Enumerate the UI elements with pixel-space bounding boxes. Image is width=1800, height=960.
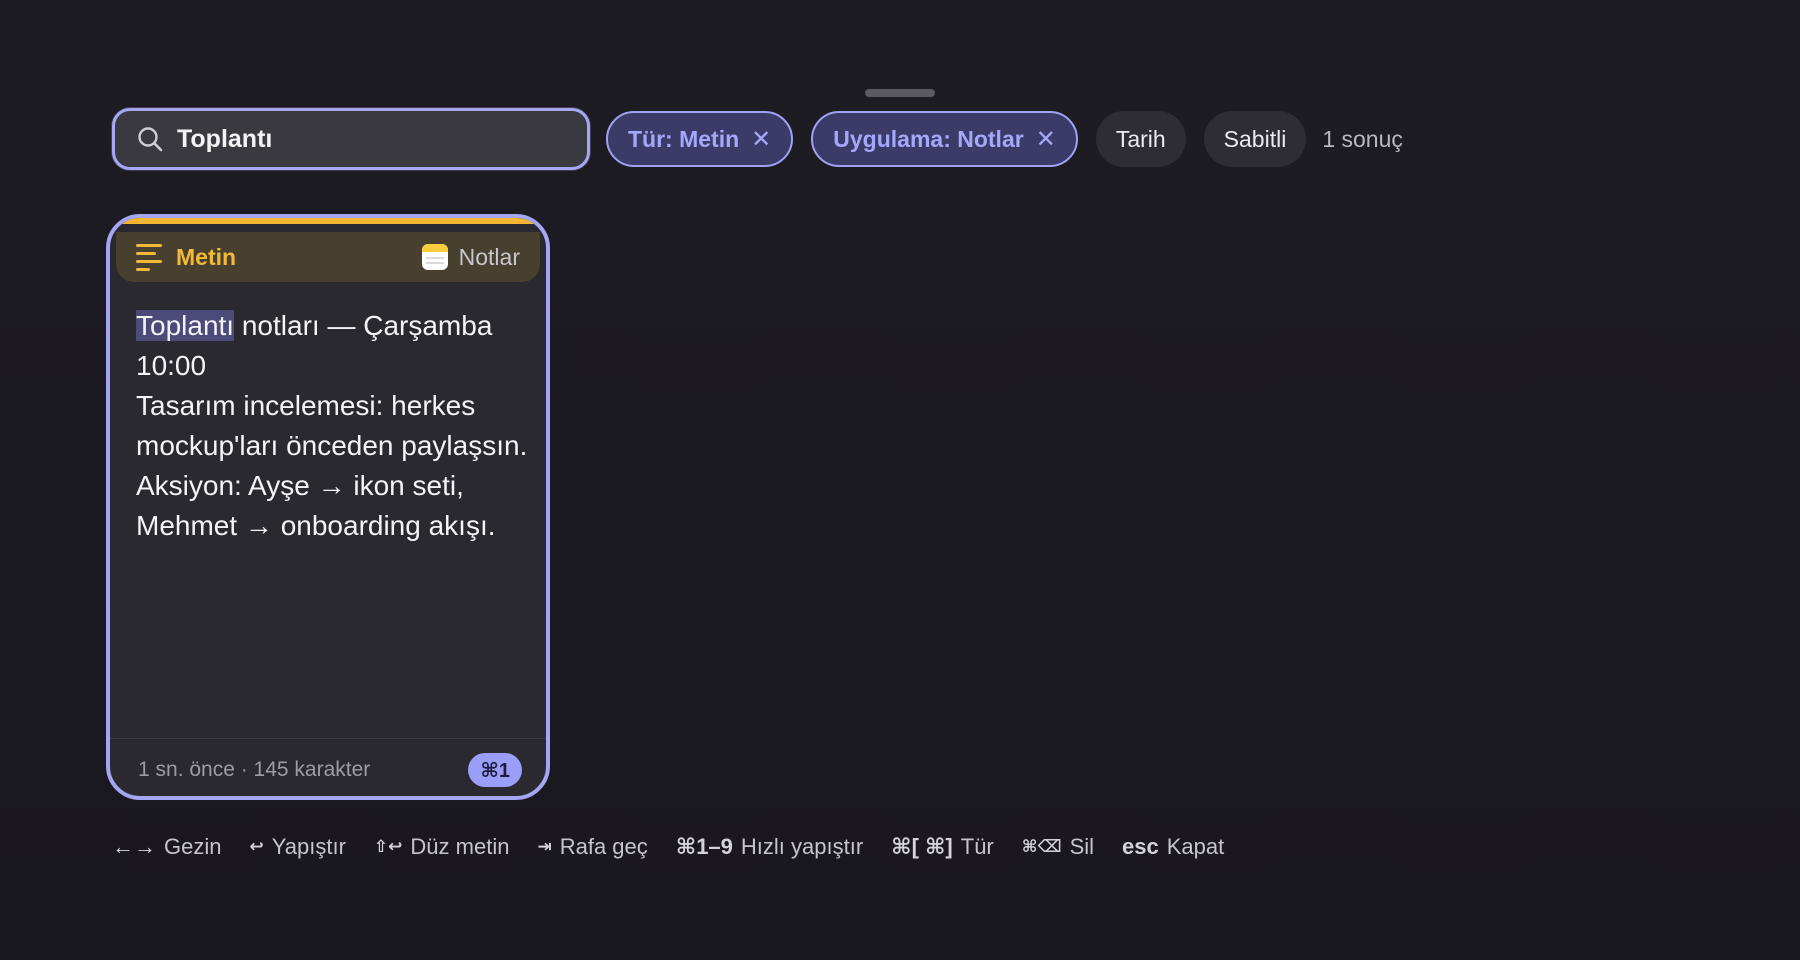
hint-type: ⌘[ ⌘] Tür	[891, 834, 994, 860]
text-lines-icon	[136, 243, 164, 271]
hint-label: Yapıştır	[271, 834, 346, 859]
card-app-label: Notlar	[458, 243, 520, 270]
hint-close: esc Kapat	[1122, 834, 1224, 860]
filter-chip-app[interactable]: Uygulama: Notlar ✕	[811, 111, 1078, 167]
clip-card[interactable]: Metin Notlar Toplantı notları — Çarşamba…	[106, 214, 550, 800]
filter-chip-label: Uygulama: Notlar	[833, 125, 1024, 152]
card-meta: 1 sn. önce · 145 karakter	[138, 758, 371, 781]
clipboard-panel: Tür: Metin ✕ Uygulama: Notlar ✕ Tarih Sa…	[0, 0, 1800, 960]
filter-chips: Tür: Metin ✕ Uygulama: Notlar ✕ Tarih Sa…	[606, 111, 1403, 167]
hint-label: Düz metin	[410, 834, 510, 859]
card-type-label: Metin	[176, 243, 237, 270]
search-icon	[135, 124, 165, 154]
return-icon: ↩	[249, 837, 264, 856]
hint-navigate: ←→ Gezin	[112, 834, 221, 860]
arrows-icon: ←→	[112, 834, 156, 859]
content-line: Aksiyon: Ayşe → ikon seti, Mehmet → onbo…	[136, 470, 496, 541]
card-footer: 1 sn. önce · 145 karakter ⌘1	[110, 738, 546, 796]
keyboard-hints: ←→ Gezin ↩ Yapıştır ⇧↩ Düz metin ⇥ Rafa …	[112, 830, 1252, 864]
command-bracket-icon: ⌘[ ⌘]	[891, 834, 953, 859]
close-icon[interactable]: ✕	[1036, 125, 1056, 154]
filter-chip-type[interactable]: Tür: Metin ✕	[606, 111, 794, 167]
filter-chip-pinned[interactable]: Sabitli	[1203, 111, 1307, 167]
close-icon[interactable]: ✕	[751, 125, 771, 154]
content-line: Tasarım incelemesi: herkes mockup'ları ö…	[136, 390, 528, 461]
search-highlight: Toplantı	[136, 310, 235, 341]
hint-label: Hızlı yapıştır	[740, 834, 864, 859]
tab-icon: ⇥	[537, 837, 552, 856]
esc-key: esc	[1122, 834, 1159, 859]
drag-handle[interactable]	[865, 89, 935, 97]
hint-label: Sil	[1069, 834, 1095, 859]
hint-delete: ⌘⌫ Sil	[1022, 834, 1094, 860]
filter-chip-label: Tür: Metin	[628, 125, 740, 152]
card-source-app: Notlar	[421, 243, 520, 271]
card-content: Toplantı notları — Çarşamba 10:00 Tasarı…	[136, 306, 536, 546]
hint-shelf: ⇥ Rafa geç	[537, 834, 647, 860]
hint-label: Gezin	[164, 834, 222, 859]
notes-app-icon	[421, 244, 448, 270]
hint-plain-text: ⇧↩ Düz metin	[374, 834, 510, 860]
search-input[interactable]	[177, 124, 577, 154]
hint-paste: ↩ Yapıştır	[249, 834, 345, 860]
shortcut-badge: ⌘1	[468, 753, 522, 787]
result-count: 1 sonuç	[1322, 125, 1403, 152]
card-accent-bar	[110, 218, 546, 224]
card-header: Metin Notlar	[116, 232, 540, 282]
delete-icon: ⌘⌫	[1021, 837, 1062, 856]
hint-label: Rafa geç	[559, 834, 648, 859]
hint-label: Tür	[960, 834, 994, 859]
search-bar[interactable]	[112, 108, 590, 170]
shift-return-icon: ⇧↩	[373, 837, 403, 856]
hint-label: Kapat	[1166, 834, 1225, 859]
filter-chip-date[interactable]: Tarih	[1095, 111, 1186, 167]
hint-quick-paste: ⌘1–9 Hızlı yapıştır	[676, 834, 863, 860]
command-icon: ⌘1–9	[675, 834, 733, 859]
